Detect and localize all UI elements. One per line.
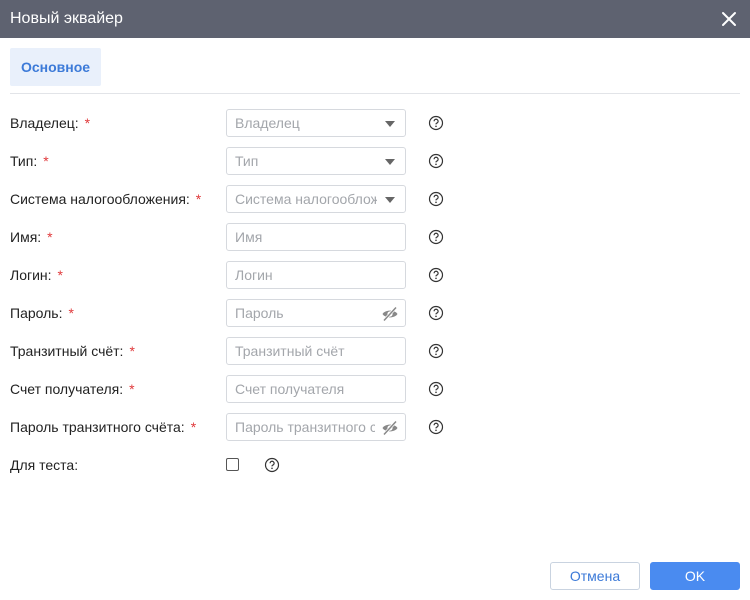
help-icon[interactable]: [428, 229, 444, 245]
owner-label: Владелец: *: [10, 115, 91, 131]
test-checkbox[interactable]: [226, 458, 239, 471]
transit-account-input[interactable]: [227, 338, 405, 364]
form-row-password: Пароль: *: [10, 299, 750, 327]
name-input[interactable]: [227, 224, 405, 250]
required-mark: *: [84, 115, 91, 131]
owner-input[interactable]: [227, 110, 405, 136]
transit-account-label: Транзитный счёт: *: [10, 343, 135, 359]
transit-password-field[interactable]: [226, 413, 406, 441]
required-mark: *: [68, 305, 74, 321]
form-row-login: Логин: *: [10, 261, 750, 289]
form-row-transit-account: Транзитный счёт: *: [10, 337, 750, 365]
login-field[interactable]: [226, 261, 406, 289]
transit-password-label: Пароль транзитного счёта: *: [10, 419, 197, 435]
dialog-titlebar: Новый эквайер: [0, 0, 750, 38]
recipient-account-label: Счет получателя: *: [10, 381, 135, 397]
login-label: Логин: *: [10, 267, 63, 283]
required-mark: *: [57, 267, 63, 283]
help-icon[interactable]: [428, 153, 444, 169]
tab-main[interactable]: Основное: [10, 48, 102, 86]
form-row-type: Тип: *: [10, 147, 750, 175]
help-icon[interactable]: [428, 191, 444, 207]
chevron-down-icon[interactable]: [385, 121, 395, 127]
form-row-transit-password: Пароль транзитного счёта: *: [10, 413, 750, 441]
owner-select[interactable]: [226, 109, 406, 137]
form-row-tax: Система налогообложения: *: [10, 185, 750, 213]
eye-off-icon[interactable]: [381, 305, 399, 323]
type-input[interactable]: [227, 148, 405, 174]
help-icon[interactable]: [428, 115, 444, 131]
tax-input[interactable]: [227, 186, 405, 212]
form-row-name: Имя: *: [10, 223, 750, 251]
tax-select[interactable]: [226, 185, 406, 213]
password-field[interactable]: [226, 299, 406, 327]
help-icon[interactable]: [428, 419, 444, 435]
transit-account-field[interactable]: [226, 337, 406, 365]
transit-password-input[interactable]: [227, 414, 405, 440]
help-icon[interactable]: [428, 343, 444, 359]
required-mark: *: [47, 229, 53, 245]
recipient-account-field[interactable]: [226, 375, 406, 403]
chevron-down-icon[interactable]: [385, 159, 395, 165]
form-row-recipient-account: Счет получателя: *: [10, 375, 750, 403]
name-label: Имя: *: [10, 229, 53, 245]
chevron-down-icon[interactable]: [385, 197, 395, 203]
test-label: Для теста:: [10, 457, 79, 473]
password-label: Пароль: *: [10, 305, 74, 321]
recipient-account-input[interactable]: [227, 376, 405, 402]
close-icon[interactable]: [718, 8, 740, 30]
tax-label: Система налогообложения: *: [10, 191, 202, 207]
form-row-test: Для теста:: [10, 451, 750, 479]
ok-button[interactable]: OK: [650, 562, 740, 590]
name-field[interactable]: [226, 223, 406, 251]
tab-bar: Основное: [10, 38, 740, 94]
login-input[interactable]: [227, 262, 405, 288]
help-icon[interactable]: [428, 305, 444, 321]
help-icon[interactable]: [428, 381, 444, 397]
required-mark: *: [43, 153, 49, 169]
required-mark: *: [195, 191, 202, 207]
form-row-owner: Владелец: *: [10, 109, 750, 137]
help-icon[interactable]: [264, 457, 280, 473]
cancel-button[interactable]: Отмена: [550, 562, 640, 590]
dialog: Новый эквайер Основное Владелец:* Тип:* …: [0, 0, 750, 600]
required-mark: *: [190, 419, 197, 435]
type-select[interactable]: [226, 147, 406, 175]
required-mark: *: [129, 343, 135, 359]
password-input[interactable]: [227, 300, 405, 326]
dialog-title: Новый эквайер: [10, 10, 123, 27]
eye-off-icon[interactable]: [381, 419, 399, 437]
type-label: Тип: *: [10, 153, 49, 169]
required-mark: *: [129, 381, 135, 397]
help-icon[interactable]: [428, 267, 444, 283]
